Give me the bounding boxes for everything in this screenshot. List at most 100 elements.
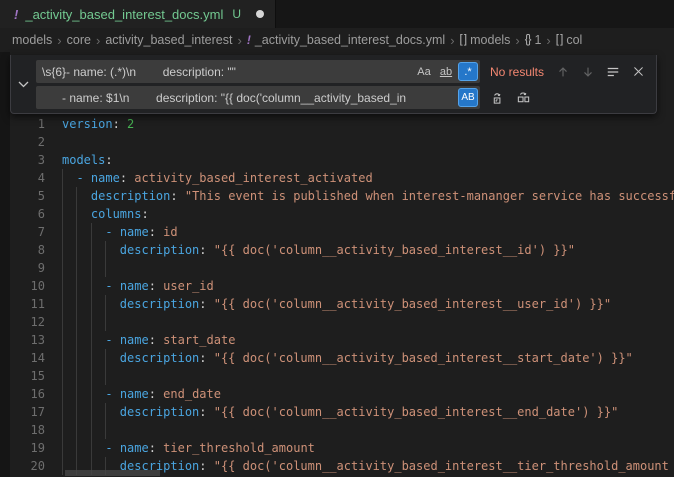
preserve-case-button[interactable]: AB xyxy=(458,88,478,107)
code-token: : xyxy=(141,207,148,221)
code-line[interactable]: 2 xyxy=(0,133,674,151)
breadcrumb: models›core›activity_based_interest›!_ac… xyxy=(0,28,674,52)
code-line[interactable]: 1version: 2 xyxy=(0,115,674,133)
code-token xyxy=(62,279,105,293)
code-token xyxy=(62,225,105,239)
indent-guide xyxy=(105,403,106,421)
find-in-selection-button[interactable] xyxy=(602,61,624,83)
indent-guide xyxy=(105,259,106,277)
modified-indicator-dot[interactable] xyxy=(256,10,264,18)
code-line-text: - name: start_date xyxy=(62,331,674,349)
code-line[interactable]: 14 description: "{{ doc('column__activit… xyxy=(0,349,674,367)
code-line-text: version: 2 xyxy=(62,115,674,133)
replace-input[interactable]: - name: $1\n description: "{{ doc('colum… xyxy=(36,86,480,109)
code-line-text xyxy=(62,313,674,331)
line-number: 17 xyxy=(0,403,45,421)
code-token: name xyxy=(120,387,149,401)
code-line[interactable]: 10 - name: user_id xyxy=(0,277,674,295)
code-line-text: - name: activity_based_interest_activate… xyxy=(62,169,674,187)
code-token: "This event is published when interest-m… xyxy=(185,189,674,203)
code-line[interactable]: 17 description: "{{ doc('column__activit… xyxy=(0,403,674,421)
code-token: name xyxy=(120,333,149,347)
breadcrumb-item[interactable]: models xyxy=(12,33,52,47)
code-area[interactable]: 1version: 223 models: 4 - name: activity_b… xyxy=(0,115,674,475)
find-next-button[interactable] xyxy=(577,61,599,83)
code-token: models xyxy=(62,153,105,167)
find-input[interactable]: \s{6}- name: (.*)\n description: "" Aa a… xyxy=(36,60,480,83)
code-line[interactable]: 9 xyxy=(0,259,674,277)
code-line[interactable]: 16 - name: end_date xyxy=(0,385,674,403)
breadcrumb-separator-icon: › xyxy=(57,33,61,48)
code-token: : xyxy=(199,351,213,365)
replace-button[interactable] xyxy=(487,87,509,109)
breadcrumb-item[interactable]: activity_based_interest xyxy=(105,33,232,47)
code-line[interactable]: 19 - name: tier_threshold_amount xyxy=(0,439,674,457)
indent-guide xyxy=(76,439,77,457)
code-line[interactable]: 3models: xyxy=(0,151,674,169)
indent-guide xyxy=(76,187,77,205)
line-number: 19 xyxy=(0,439,45,457)
code-line-text xyxy=(62,421,674,439)
line-number: 16 xyxy=(0,385,45,403)
code-line[interactable]: 5 description: "This event is published … xyxy=(0,187,674,205)
breadcrumb-item[interactable]: core xyxy=(67,33,91,47)
breadcrumb-item[interactable]: [ ]col xyxy=(556,33,583,47)
indent-guide xyxy=(76,241,77,259)
find-query-text: \s{6}- name: (.*)\n description: "" xyxy=(42,65,412,79)
code-token: start_date xyxy=(163,333,235,347)
git-untracked-badge: U xyxy=(232,7,241,21)
line-number: 15 xyxy=(0,367,45,385)
code-token: - xyxy=(105,387,119,401)
symbol-array-icon: [ ] xyxy=(460,34,467,46)
code-line[interactable]: 12 xyxy=(0,313,674,331)
find-previous-button[interactable] xyxy=(552,61,574,83)
match-case-button[interactable]: Aa xyxy=(414,62,434,81)
symbol-array-icon: [ ] xyxy=(556,34,563,46)
code-token: name xyxy=(91,171,120,185)
indent-guide xyxy=(62,421,63,439)
code-line[interactable]: 15 xyxy=(0,367,674,385)
indent-guide xyxy=(62,277,63,295)
code-line[interactable]: 18 xyxy=(0,421,674,439)
line-number: 6 xyxy=(0,205,45,223)
code-line[interactable]: 13 - name: start_date xyxy=(0,331,674,349)
code-token: description xyxy=(120,351,199,365)
indent-guide xyxy=(105,313,106,331)
vscode-window: ! _activity_based_interest_docs.yml U mo… xyxy=(0,0,674,477)
line-number: 5 xyxy=(0,187,45,205)
code-token: - xyxy=(105,225,119,239)
breadcrumb-item[interactable]: [ ]models xyxy=(460,33,511,47)
indent-guide xyxy=(105,367,106,385)
code-token: user_id xyxy=(163,279,214,293)
code-token: "{{ doc('column__activity_based_interest… xyxy=(214,297,611,311)
indent-guide xyxy=(91,367,92,385)
code-line-text: description: "{{ doc('column__activity_b… xyxy=(62,403,674,421)
horizontal-scrollbar-thumb[interactable] xyxy=(65,470,160,476)
editor-pane[interactable]: 1version: 223 models: 4 - name: activity_b… xyxy=(0,52,674,477)
breadcrumb-separator-icon: › xyxy=(96,33,100,48)
indent-guide xyxy=(76,277,77,295)
code-line[interactable]: 7 - name: id xyxy=(0,223,674,241)
indent-guide xyxy=(91,277,92,295)
breadcrumb-label: models xyxy=(470,33,510,47)
code-token: : xyxy=(149,441,163,455)
breadcrumb-item[interactable]: !_activity_based_interest_docs.yml xyxy=(247,33,445,47)
whole-word-button[interactable]: ab xyxy=(436,62,456,81)
code-line[interactable]: 4 - name: activity_based_interest_activa… xyxy=(0,169,674,187)
close-icon[interactable] xyxy=(627,61,649,83)
code-line[interactable]: 6 columns: xyxy=(0,205,674,223)
tab-activity-based-interest-docs[interactable]: ! _activity_based_interest_docs.yml U xyxy=(0,0,276,28)
code-token: description xyxy=(120,243,199,257)
code-line-text: description: "{{ doc('column__activity_b… xyxy=(62,241,674,259)
toggle-replace-button[interactable] xyxy=(11,55,36,113)
regex-button[interactable]: .* xyxy=(458,62,478,81)
code-token: : xyxy=(170,189,184,203)
replace-all-button[interactable] xyxy=(512,87,534,109)
code-line-text: description: "This event is published wh… xyxy=(62,187,674,205)
code-token: description xyxy=(120,297,199,311)
code-line[interactable]: 8 description: "{{ doc('column__activity… xyxy=(0,241,674,259)
line-number: 3 xyxy=(0,151,45,169)
code-token: : xyxy=(113,117,127,131)
breadcrumb-item[interactable]: {}1 xyxy=(525,33,542,47)
code-line[interactable]: 11 description: "{{ doc('column__activit… xyxy=(0,295,674,313)
